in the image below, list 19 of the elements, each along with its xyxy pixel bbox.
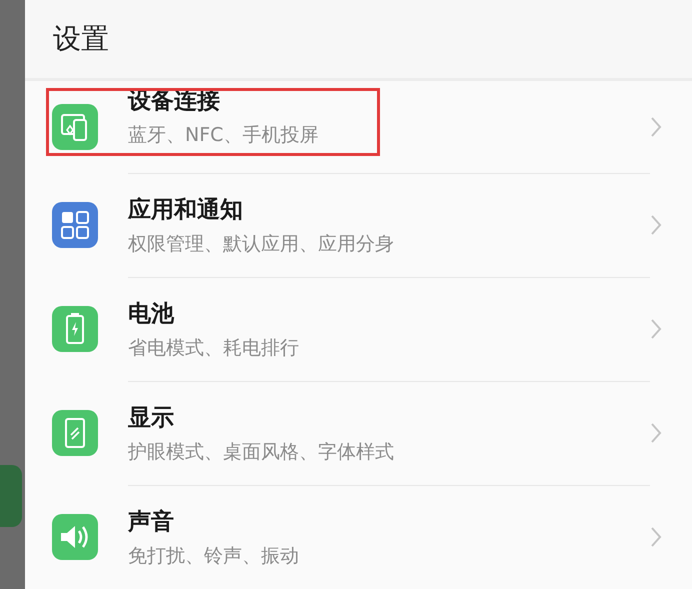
settings-item[interactable]: 声音 免打扰、铃声、振动 bbox=[25, 485, 692, 589]
item-subtitle: 省电模式、耗电排行 bbox=[128, 336, 300, 361]
item-subtitle: 权限管理、默认应用、应用分身 bbox=[128, 232, 395, 257]
settings-item[interactable]: 应用和通知 权限管理、默认应用、应用分身 bbox=[25, 173, 692, 277]
item-title: 应用和通知 bbox=[128, 196, 244, 225]
item-subtitle: 蓝牙、NFC、手机投屏 bbox=[128, 123, 320, 148]
item-subtitle: 免打扰、铃声、振动 bbox=[128, 544, 300, 569]
chevron-icon bbox=[650, 116, 662, 138]
settings-item[interactable]: 显示 护眼模式、桌面风格、字体样式 bbox=[25, 381, 692, 485]
item-title: 声音 bbox=[128, 508, 175, 537]
chevron-icon bbox=[650, 214, 662, 236]
chevron-icon bbox=[650, 318, 662, 340]
item-subtitle: 护眼模式、桌面风格、字体样式 bbox=[128, 440, 395, 465]
item-title: 显示 bbox=[128, 404, 175, 433]
page-title: 设置 bbox=[53, 21, 109, 57]
settings-item[interactable]: 电池 省电模式、耗电排行 bbox=[25, 277, 692, 381]
chevron-icon bbox=[650, 422, 662, 444]
chevron-icon bbox=[650, 526, 662, 548]
item-title: 电池 bbox=[128, 300, 176, 329]
